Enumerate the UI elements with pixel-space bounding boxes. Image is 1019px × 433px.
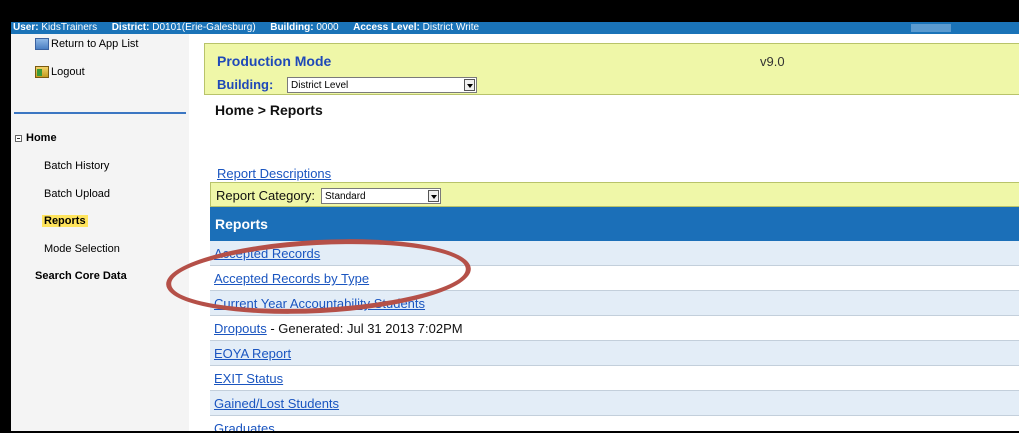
user-info-bar: User: KidsTrainers District: D0101(Erie-… bbox=[11, 22, 1019, 34]
access-level-label: Access Level: bbox=[353, 22, 420, 33]
report-link-exit-status[interactable]: EXIT Status bbox=[214, 371, 283, 386]
production-mode-title: Production Mode bbox=[217, 53, 332, 69]
chevron-down-icon[interactable] bbox=[464, 79, 475, 91]
reports-table-header: Reports bbox=[210, 207, 1019, 241]
table-row: Accepted Records by Type bbox=[210, 266, 1019, 291]
table-row: EXIT Status bbox=[210, 366, 1019, 391]
return-to-app-list-link[interactable]: Return to App List bbox=[35, 38, 138, 50]
building-label: Building: bbox=[270, 22, 314, 33]
sidebar-divider bbox=[14, 112, 186, 114]
access-level-value: District Write bbox=[422, 22, 480, 33]
logout-link-label: Logout bbox=[51, 66, 85, 78]
building-select[interactable]: District Level bbox=[287, 77, 477, 93]
table-row: EOYA Report bbox=[210, 341, 1019, 366]
logout-link[interactable]: Logout bbox=[35, 66, 85, 78]
sidebar-item-batch-history[interactable]: Batch History bbox=[44, 160, 109, 172]
table-row: Dropouts - Generated: Jul 31 2013 7:02PM bbox=[210, 316, 1019, 341]
return-link-label: Return to App List bbox=[51, 38, 139, 50]
sidebar-item-reports[interactable]: Reports bbox=[42, 215, 88, 227]
mode-panel: Production Mode v9.0 Building: District … bbox=[204, 43, 1019, 95]
report-category-select[interactable]: Standard bbox=[321, 188, 441, 204]
breadcrumb: Home > Reports bbox=[215, 102, 323, 118]
report-category-panel: Report Category: Standard bbox=[210, 182, 1019, 207]
sidebar: Return to App List Logout Home Batch His… bbox=[11, 34, 189, 431]
report-category-value: Standard bbox=[325, 191, 366, 202]
report-link-gained-lost-students[interactable]: Gained/Lost Students bbox=[214, 396, 339, 411]
logout-icon bbox=[35, 66, 49, 78]
sidebar-home[interactable]: Home bbox=[15, 132, 57, 144]
district-value: D0101(Erie-Galesburg) bbox=[152, 22, 256, 33]
district-label: District: bbox=[111, 22, 150, 33]
sidebar-item-search-core-data[interactable]: Search Core Data bbox=[35, 270, 127, 282]
table-row: Gained/Lost Students bbox=[210, 391, 1019, 416]
sidebar-item-mode-selection[interactable]: Mode Selection bbox=[44, 243, 120, 255]
collapse-minus-icon[interactable] bbox=[15, 134, 22, 142]
table-row: Accepted Records bbox=[210, 241, 1019, 266]
building-select-label: Building: bbox=[217, 77, 274, 92]
building-value: 0000 bbox=[316, 22, 339, 33]
table-row: Graduates bbox=[210, 416, 1019, 431]
report-link-accepted-records[interactable]: Accepted Records bbox=[214, 246, 320, 261]
report-link-eoya-report[interactable]: EOYA Report bbox=[214, 346, 291, 361]
report-descriptions-link[interactable]: Report Descriptions bbox=[217, 166, 331, 181]
table-row: Current Year Accountability Students bbox=[210, 291, 1019, 316]
main-content: Production Mode v9.0 Building: District … bbox=[204, 34, 1019, 431]
user-value: KidsTrainers bbox=[41, 22, 98, 33]
sidebar-item-batch-upload[interactable]: Batch Upload bbox=[44, 188, 110, 200]
dropouts-generated-note: - Generated: Jul 31 2013 7:02PM bbox=[266, 321, 463, 336]
report-link-current-year-accountability[interactable]: Current Year Accountability Students bbox=[214, 296, 425, 311]
return-app-icon bbox=[35, 38, 49, 50]
reports-table: Reports Accepted Records Accepted Record… bbox=[210, 207, 1019, 431]
home-label: Home bbox=[26, 132, 57, 144]
version-label: v9.0 bbox=[760, 54, 785, 69]
building-select-value: District Level bbox=[291, 80, 349, 91]
report-category-label: Report Category: bbox=[216, 188, 315, 203]
app-window: User: KidsTrainers District: D0101(Erie-… bbox=[11, 22, 1019, 431]
status-strip-icon bbox=[911, 24, 951, 32]
chevron-down-icon[interactable] bbox=[428, 190, 439, 202]
report-link-dropouts[interactable]: Dropouts bbox=[214, 321, 267, 336]
report-link-graduates[interactable]: Graduates bbox=[214, 421, 275, 431]
report-link-accepted-records-by-type[interactable]: Accepted Records by Type bbox=[214, 271, 369, 286]
user-label: User: bbox=[13, 22, 39, 33]
